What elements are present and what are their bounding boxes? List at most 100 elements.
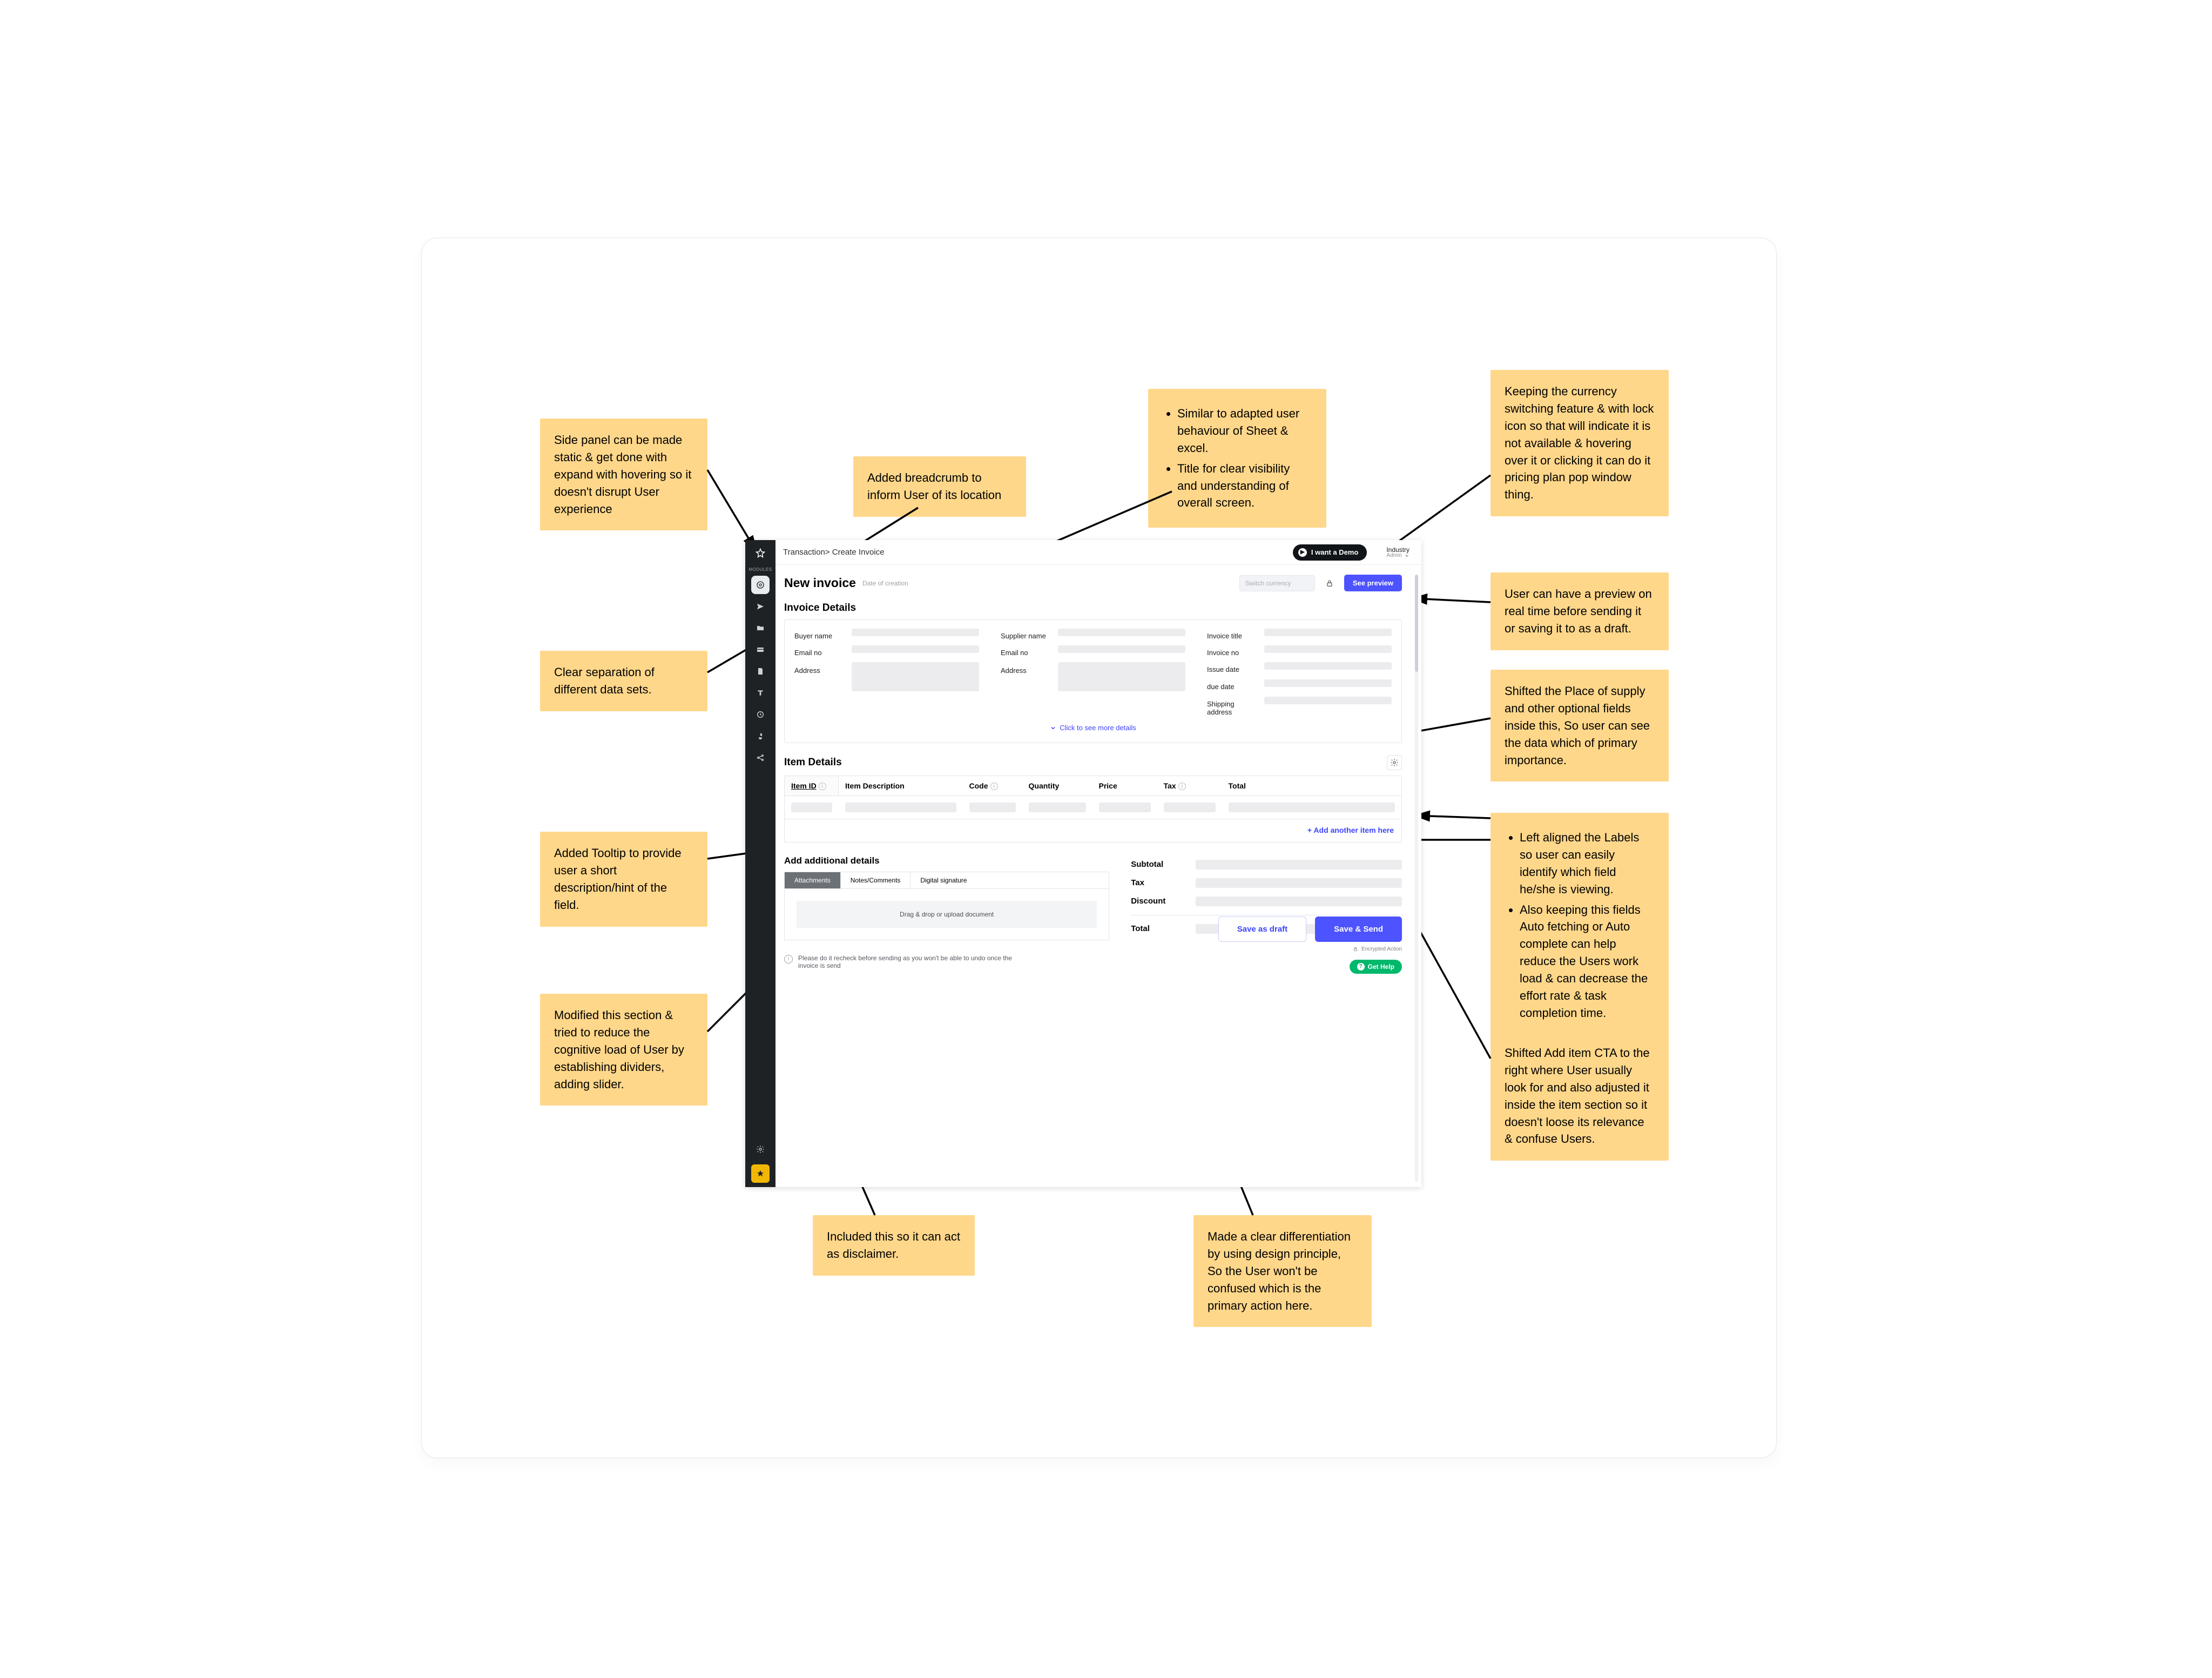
item-table-settings-button[interactable] <box>1387 755 1402 770</box>
scrollbar-track[interactable] <box>1415 575 1418 1182</box>
info-icon[interactable]: i <box>1178 783 1186 790</box>
col-item-desc[interactable]: Item Description <box>839 776 963 796</box>
label: Address <box>1001 662 1050 675</box>
cell-placeholder[interactable] <box>1229 803 1395 812</box>
topbar: Transaction> Create Invoice ▶ I want a D… <box>775 540 1421 565</box>
field-email-1: Email no <box>794 645 979 657</box>
tab-attachments[interactable]: Attachments <box>785 872 841 888</box>
annotation-text: Side panel can be made static & get done… <box>554 433 691 516</box>
col-label: Code <box>969 781 988 790</box>
value-placeholder[interactable] <box>1264 629 1392 636</box>
sidebar-item-upgrade[interactable] <box>751 1164 770 1183</box>
sidebar-item-settings[interactable] <box>751 1140 770 1158</box>
cell-placeholder[interactable] <box>791 803 832 812</box>
label: Address <box>794 662 844 675</box>
field-issue-date: Issue date <box>1207 662 1392 674</box>
annotation-currency-lock: Keeping the currency switching feature &… <box>1491 370 1669 516</box>
sidebar-item-share[interactable] <box>751 749 770 767</box>
field-address-2: Address <box>1001 662 1185 691</box>
annotation-text: Added breadcrumb to inform User of its l… <box>867 471 1001 502</box>
value-placeholder[interactable] <box>1264 662 1392 670</box>
expand-details-link[interactable]: Click to see more details <box>1050 724 1136 732</box>
field-shipping-address: Shipping address <box>1207 697 1392 716</box>
value-placeholder[interactable] <box>1058 645 1185 653</box>
col-total[interactable]: Total <box>1222 776 1402 796</box>
annotation-breadcrumb: Added breadcrumb to inform User of its l… <box>853 456 1026 517</box>
title-bar: New invoice Date of creation Switch curr… <box>784 575 1402 591</box>
label: Shipping address <box>1207 697 1257 716</box>
cell-placeholder[interactable] <box>1164 803 1216 812</box>
value-placeholder[interactable] <box>852 662 979 691</box>
sidebar-item-fire[interactable] <box>751 727 770 745</box>
demo-button[interactable]: ▶ I want a Demo <box>1293 544 1367 561</box>
col-qty[interactable]: Quantity <box>1022 776 1092 796</box>
field-email-2: Email no <box>1001 645 1185 657</box>
field-buyer-name: Buyer name <box>794 629 979 640</box>
col-item-id[interactable]: Item IDi <box>785 776 839 796</box>
label: due date <box>1207 679 1257 691</box>
info-icon[interactable]: i <box>990 783 998 790</box>
scrollbar-thumb[interactable] <box>1415 575 1418 672</box>
upload-dropzone[interactable]: Drag & drop or upload document <box>784 889 1109 940</box>
annotation-add-item: Shifted Add item CTA to the right where … <box>1491 1032 1669 1161</box>
save-draft-button[interactable]: Save as draft <box>1218 917 1306 942</box>
cell-placeholder[interactable] <box>1029 803 1086 812</box>
annotation-text: Also keeping this fields Auto fetching o… <box>1520 901 1655 1022</box>
value-placeholder[interactable] <box>852 645 979 653</box>
value-placeholder <box>1196 860 1402 870</box>
sidebar-modules-label: MODULES <box>748 567 772 572</box>
value-placeholder[interactable] <box>1058 629 1185 636</box>
label: Discount <box>1131 897 1196 906</box>
col-tax[interactable]: Taxi <box>1157 776 1222 796</box>
value-placeholder[interactable] <box>1264 645 1392 653</box>
sidebar: MODULES <box>745 540 775 1187</box>
industry-value: Admin <box>1386 553 1401 558</box>
tab-notes[interactable]: Notes/Comments <box>841 872 911 888</box>
expand-label: Click to see more details <box>1060 724 1136 732</box>
value-placeholder[interactable] <box>1264 697 1392 704</box>
value-placeholder[interactable] <box>1264 679 1392 687</box>
value-placeholder[interactable] <box>1058 662 1185 691</box>
col-label: Quantity <box>1029 781 1060 790</box>
sidebar-item-folder[interactable] <box>751 619 770 637</box>
industry-selector[interactable]: Industry Admin <box>1386 547 1410 558</box>
sidebar-item-send[interactable] <box>751 597 770 616</box>
label: Email no <box>794 645 844 657</box>
row-discount: Discount <box>1131 892 1402 911</box>
annotation-place-of-supply: Shifted the Place of supply and other op… <box>1491 670 1669 781</box>
cell-placeholder[interactable] <box>1099 803 1151 812</box>
dropzone-label: Drag & drop or upload document <box>797 901 1097 928</box>
col-code[interactable]: Codei <box>963 776 1022 796</box>
label: Buyer name <box>794 629 844 640</box>
cell-placeholder[interactable] <box>969 803 1016 812</box>
add-item-link[interactable]: + Add another item here <box>1307 826 1394 834</box>
annotation-title-sheet: Similar to adapted user behaviour of She… <box>1148 389 1326 528</box>
value-placeholder[interactable] <box>852 629 979 636</box>
info-icon[interactable]: i <box>819 783 826 790</box>
lock-icon <box>1353 946 1358 952</box>
sidebar-item-clock[interactable] <box>751 705 770 724</box>
item-details-heading: Item Details <box>784 757 842 769</box>
annotation-text: Added Tooltip to provide user a short de… <box>554 846 682 912</box>
col-price[interactable]: Price <box>1092 776 1157 796</box>
col-label: Price <box>1099 781 1117 790</box>
row-subtotal: Subtotal <box>1131 855 1402 874</box>
get-help-button[interactable]: ? Get Help <box>1350 960 1402 974</box>
info-icon: i <box>784 955 793 963</box>
sidebar-item-card[interactable] <box>751 641 770 659</box>
sidebar-item-text[interactable] <box>751 684 770 702</box>
sidebar-item-doc[interactable] <box>751 662 770 680</box>
table-row[interactable] <box>785 796 1402 819</box>
annotation-additional: Modified this section & tried to reduce … <box>540 994 707 1106</box>
lock-icon[interactable] <box>1325 579 1334 588</box>
invoice-details-card: Buyer name Supplier name Invoice title E… <box>784 619 1402 743</box>
invoice-app-window: MODULES <box>745 540 1421 1187</box>
breadcrumb[interactable]: Transaction> Create Invoice <box>783 548 884 557</box>
save-send-button[interactable]: Save & Send <box>1315 917 1402 942</box>
see-preview-button[interactable]: See preview <box>1344 575 1402 591</box>
sidebar-item-home[interactable] <box>751 576 770 594</box>
items-table: Item IDi Item Description Codei Quantity… <box>784 776 1402 819</box>
currency-switch-input[interactable]: Switch currency <box>1239 575 1315 591</box>
cell-placeholder[interactable] <box>845 803 956 812</box>
tab-signature[interactable]: Digital signature <box>911 872 1109 888</box>
